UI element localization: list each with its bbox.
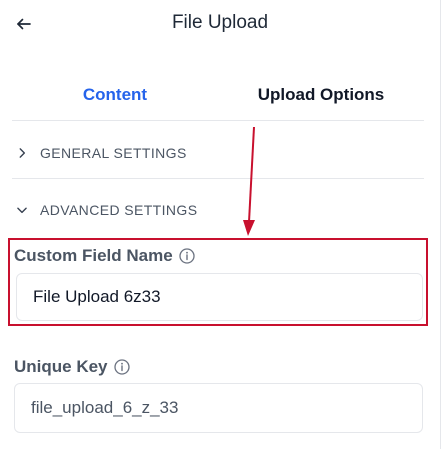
panel-title: File Upload [171, 12, 269, 33]
chevron-right-icon [12, 143, 32, 163]
tab-upload-options[interactable]: Upload Options [218, 80, 424, 120]
settings-panel: File Upload Content Upload Options GENER… [0, 0, 441, 449]
tab-content[interactable]: Content [12, 80, 218, 120]
section-label: GENERAL SETTINGS [40, 145, 187, 161]
annotation-highlight-box [8, 238, 428, 326]
chevron-down-icon [12, 200, 32, 220]
unique-key-input[interactable] [14, 383, 423, 433]
info-icon[interactable] [113, 359, 130, 375]
tab-bar: Content Upload Options [12, 80, 424, 121]
section-label: ADVANCED SETTINGS [40, 202, 198, 218]
unique-key-label: Unique Key [14, 357, 130, 377]
section-general-settings[interactable]: GENERAL SETTINGS [12, 128, 424, 179]
section-advanced-settings[interactable]: ADVANCED SETTINGS [12, 190, 424, 230]
field-label-text: Unique Key [14, 357, 108, 376]
